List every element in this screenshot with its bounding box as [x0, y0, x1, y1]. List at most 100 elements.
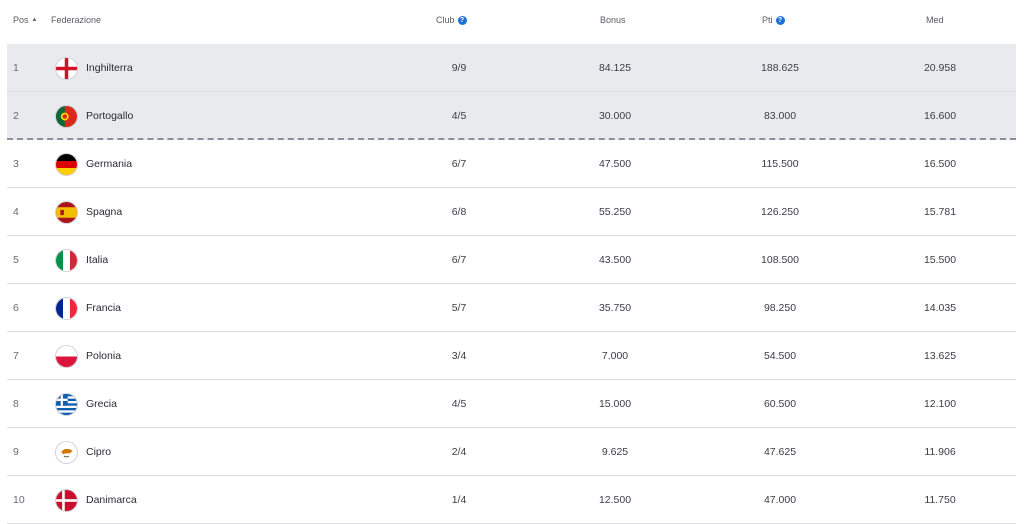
- pos-cell: 10: [13, 494, 25, 506]
- club-cell: 4/5: [451, 110, 467, 122]
- table-row[interactable]: 1 Inghilterra 9/9 84.125 188.625 20.958: [7, 44, 1016, 92]
- federation-cell[interactable]: Germania: [55, 140, 132, 188]
- federation-cell[interactable]: Polonia: [55, 332, 121, 380]
- pti-info-icon[interactable]: ?: [775, 15, 785, 25]
- federation-name[interactable]: Polonia: [86, 350, 121, 362]
- club-cell: 3/4: [451, 350, 467, 362]
- club-cell: 6/7: [451, 158, 467, 170]
- header-bonus: Bonus: [600, 15, 626, 25]
- med-cell: 20.958: [923, 62, 957, 74]
- table-row[interactable]: 2 Portogallo 4/5 30.000 83.000 16.600: [7, 92, 1016, 140]
- table-row[interactable]: 7 Polonia 3/4 7.000 54.500 13.625: [7, 332, 1016, 380]
- club-cell: 5/7: [451, 302, 467, 314]
- header-pos-label[interactable]: Pos: [13, 15, 29, 25]
- bonus-cell: 35.750: [598, 302, 632, 314]
- table-row[interactable]: 6 Francia 5/7 35.750 98.250 14.035: [7, 284, 1016, 332]
- pti-cell: 188.625: [761, 62, 799, 74]
- pti-cell: 54.500: [763, 350, 797, 362]
- pos-cell: 2: [13, 110, 19, 122]
- federation-cell[interactable]: Grecia: [55, 380, 117, 428]
- federation-name[interactable]: Germania: [86, 158, 132, 170]
- table-row[interactable]: 4 Spagna 6/8 55.250 126.250 15.781: [7, 188, 1016, 236]
- header-bonus-label: Bonus: [600, 15, 626, 25]
- spain-flag-icon: [55, 200, 78, 224]
- bonus-cell: 55.250: [598, 206, 632, 218]
- pti-cell: 83.000: [763, 110, 797, 122]
- header-pos[interactable]: Pos ▲: [13, 15, 37, 25]
- club-cell: 6/7: [451, 254, 467, 266]
- france-flag-icon: [55, 296, 78, 320]
- denmark-flag-icon: [55, 488, 78, 512]
- bonus-cell: 47.500: [598, 158, 632, 170]
- sort-ascending-icon[interactable]: ▲: [32, 17, 38, 23]
- med-cell: 13.625: [923, 350, 957, 362]
- germany-flag-icon: [55, 152, 78, 176]
- med-cell: 11.906: [924, 446, 956, 458]
- table-header: Pos ▲ Federazione Club ? Bonus Pti ? Med: [7, 0, 1016, 44]
- bonus-cell: 84.125: [598, 62, 632, 74]
- pos-cell: 6: [13, 302, 19, 314]
- med-cell: 12.100: [923, 398, 957, 410]
- pti-cell: 47.625: [763, 446, 797, 458]
- bonus-cell: 15.000: [598, 398, 632, 410]
- table-row[interactable]: 8 Grecia 4/5 15.000 60.500 12.100: [7, 380, 1016, 428]
- federation-cell[interactable]: Francia: [55, 284, 121, 332]
- bonus-cell: 30.000: [598, 110, 632, 122]
- federation-name[interactable]: Inghilterra: [86, 62, 133, 74]
- club-cell: 4/5: [451, 398, 467, 410]
- pos-cell: 9: [13, 446, 19, 458]
- england-flag-icon: [55, 56, 78, 80]
- federation-cell[interactable]: Inghilterra: [55, 44, 133, 92]
- club-cell: 2/4: [451, 446, 467, 458]
- header-med: Med: [926, 15, 944, 25]
- federation-name[interactable]: Danimarca: [86, 494, 137, 506]
- cyprus-flag-icon: [55, 440, 78, 464]
- header-federazione-label: Federazione: [51, 15, 102, 25]
- pos-cell: 4: [13, 206, 19, 218]
- table-row[interactable]: 3 Germania 6/7 47.500 115.500 16.500: [7, 140, 1016, 188]
- federation-cell[interactable]: Danimarca: [55, 476, 137, 524]
- pos-cell: 5: [13, 254, 19, 266]
- pos-cell: 7: [13, 350, 19, 362]
- pti-cell: 47.000: [763, 494, 797, 506]
- header-club: Club ?: [436, 15, 467, 25]
- federation-name[interactable]: Cipro: [86, 446, 111, 458]
- portugal-flag-icon: [55, 104, 78, 128]
- federation-name[interactable]: Italia: [86, 254, 108, 266]
- pti-cell: 126.250: [761, 206, 799, 218]
- pti-cell: 60.500: [763, 398, 797, 410]
- pos-cell: 8: [13, 398, 19, 410]
- italy-flag-icon: [55, 248, 78, 272]
- med-cell: 16.500: [923, 158, 957, 170]
- header-pti: Pti ?: [762, 15, 785, 25]
- federation-name[interactable]: Spagna: [86, 206, 122, 218]
- med-cell: 15.500: [923, 254, 957, 266]
- table-row[interactable]: 5 Italia 6/7 43.500 108.500 15.500: [7, 236, 1016, 284]
- med-cell: 16.600: [923, 110, 957, 122]
- header-med-label: Med: [926, 15, 944, 25]
- federation-cell[interactable]: Portogallo: [55, 92, 133, 140]
- pos-cell: 1: [13, 62, 19, 74]
- med-cell: 11.750: [924, 494, 956, 506]
- club-info-icon[interactable]: ?: [457, 15, 467, 25]
- federation-name[interactable]: Francia: [86, 302, 121, 314]
- federation-name[interactable]: Portogallo: [86, 110, 133, 122]
- bonus-cell: 9.625: [601, 446, 629, 458]
- uefa-ranking-table: Pos ▲ Federazione Club ? Bonus Pti ? Med…: [7, 0, 1016, 524]
- med-cell: 15.781: [923, 206, 957, 218]
- pti-cell: 108.500: [761, 254, 799, 266]
- header-federazione: Federazione: [51, 15, 101, 25]
- bonus-cell: 7.000: [601, 350, 629, 362]
- federation-cell[interactable]: Italia: [55, 236, 108, 284]
- table-row[interactable]: 9 Cipro 2/4 9.625 47.625 11.906: [7, 428, 1016, 476]
- club-cell: 6/8: [451, 206, 467, 218]
- pti-cell: 98.250: [763, 302, 797, 314]
- federation-name[interactable]: Grecia: [86, 398, 117, 410]
- federation-cell[interactable]: Spagna: [55, 188, 122, 236]
- federation-cell[interactable]: Cipro: [55, 428, 111, 476]
- bonus-cell: 12.500: [598, 494, 632, 506]
- pti-cell: 115.500: [761, 158, 799, 170]
- club-cell: 1/4: [451, 494, 467, 506]
- pos-cell: 3: [13, 158, 19, 170]
- table-row[interactable]: 10 Danimarca 1/4 12.500 47.000 11.750: [7, 476, 1016, 524]
